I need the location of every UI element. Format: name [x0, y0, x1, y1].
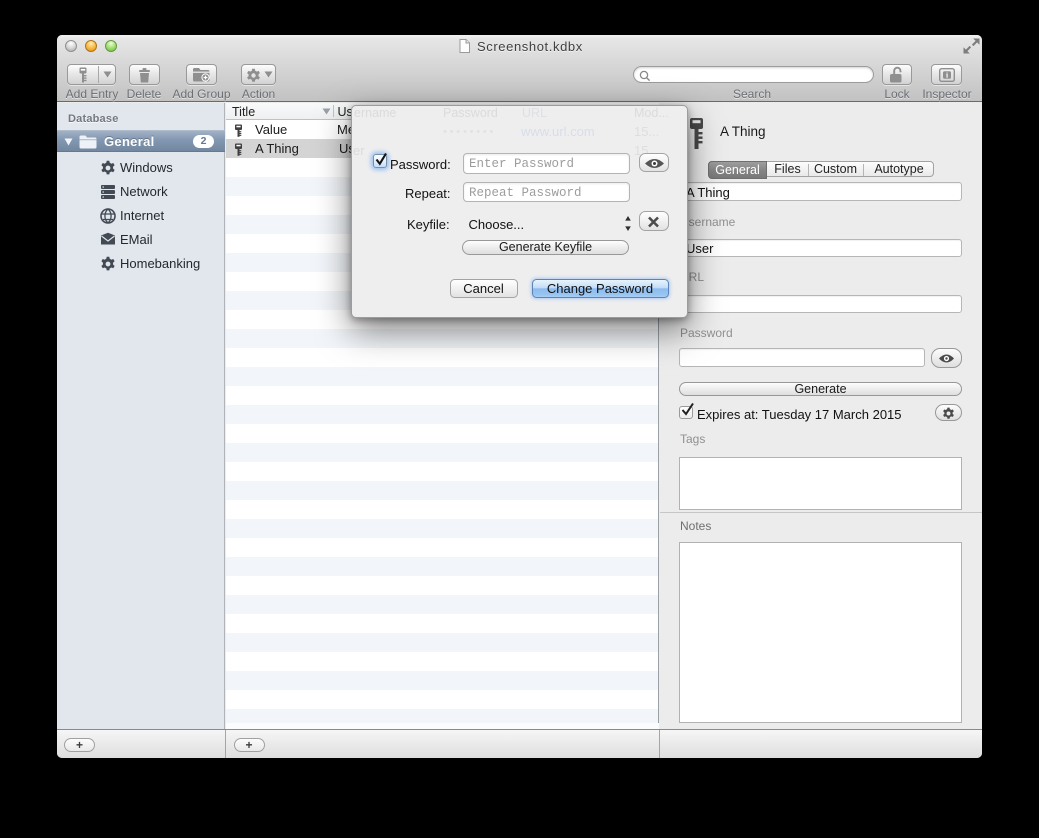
svg-text:i: i — [946, 71, 948, 80]
